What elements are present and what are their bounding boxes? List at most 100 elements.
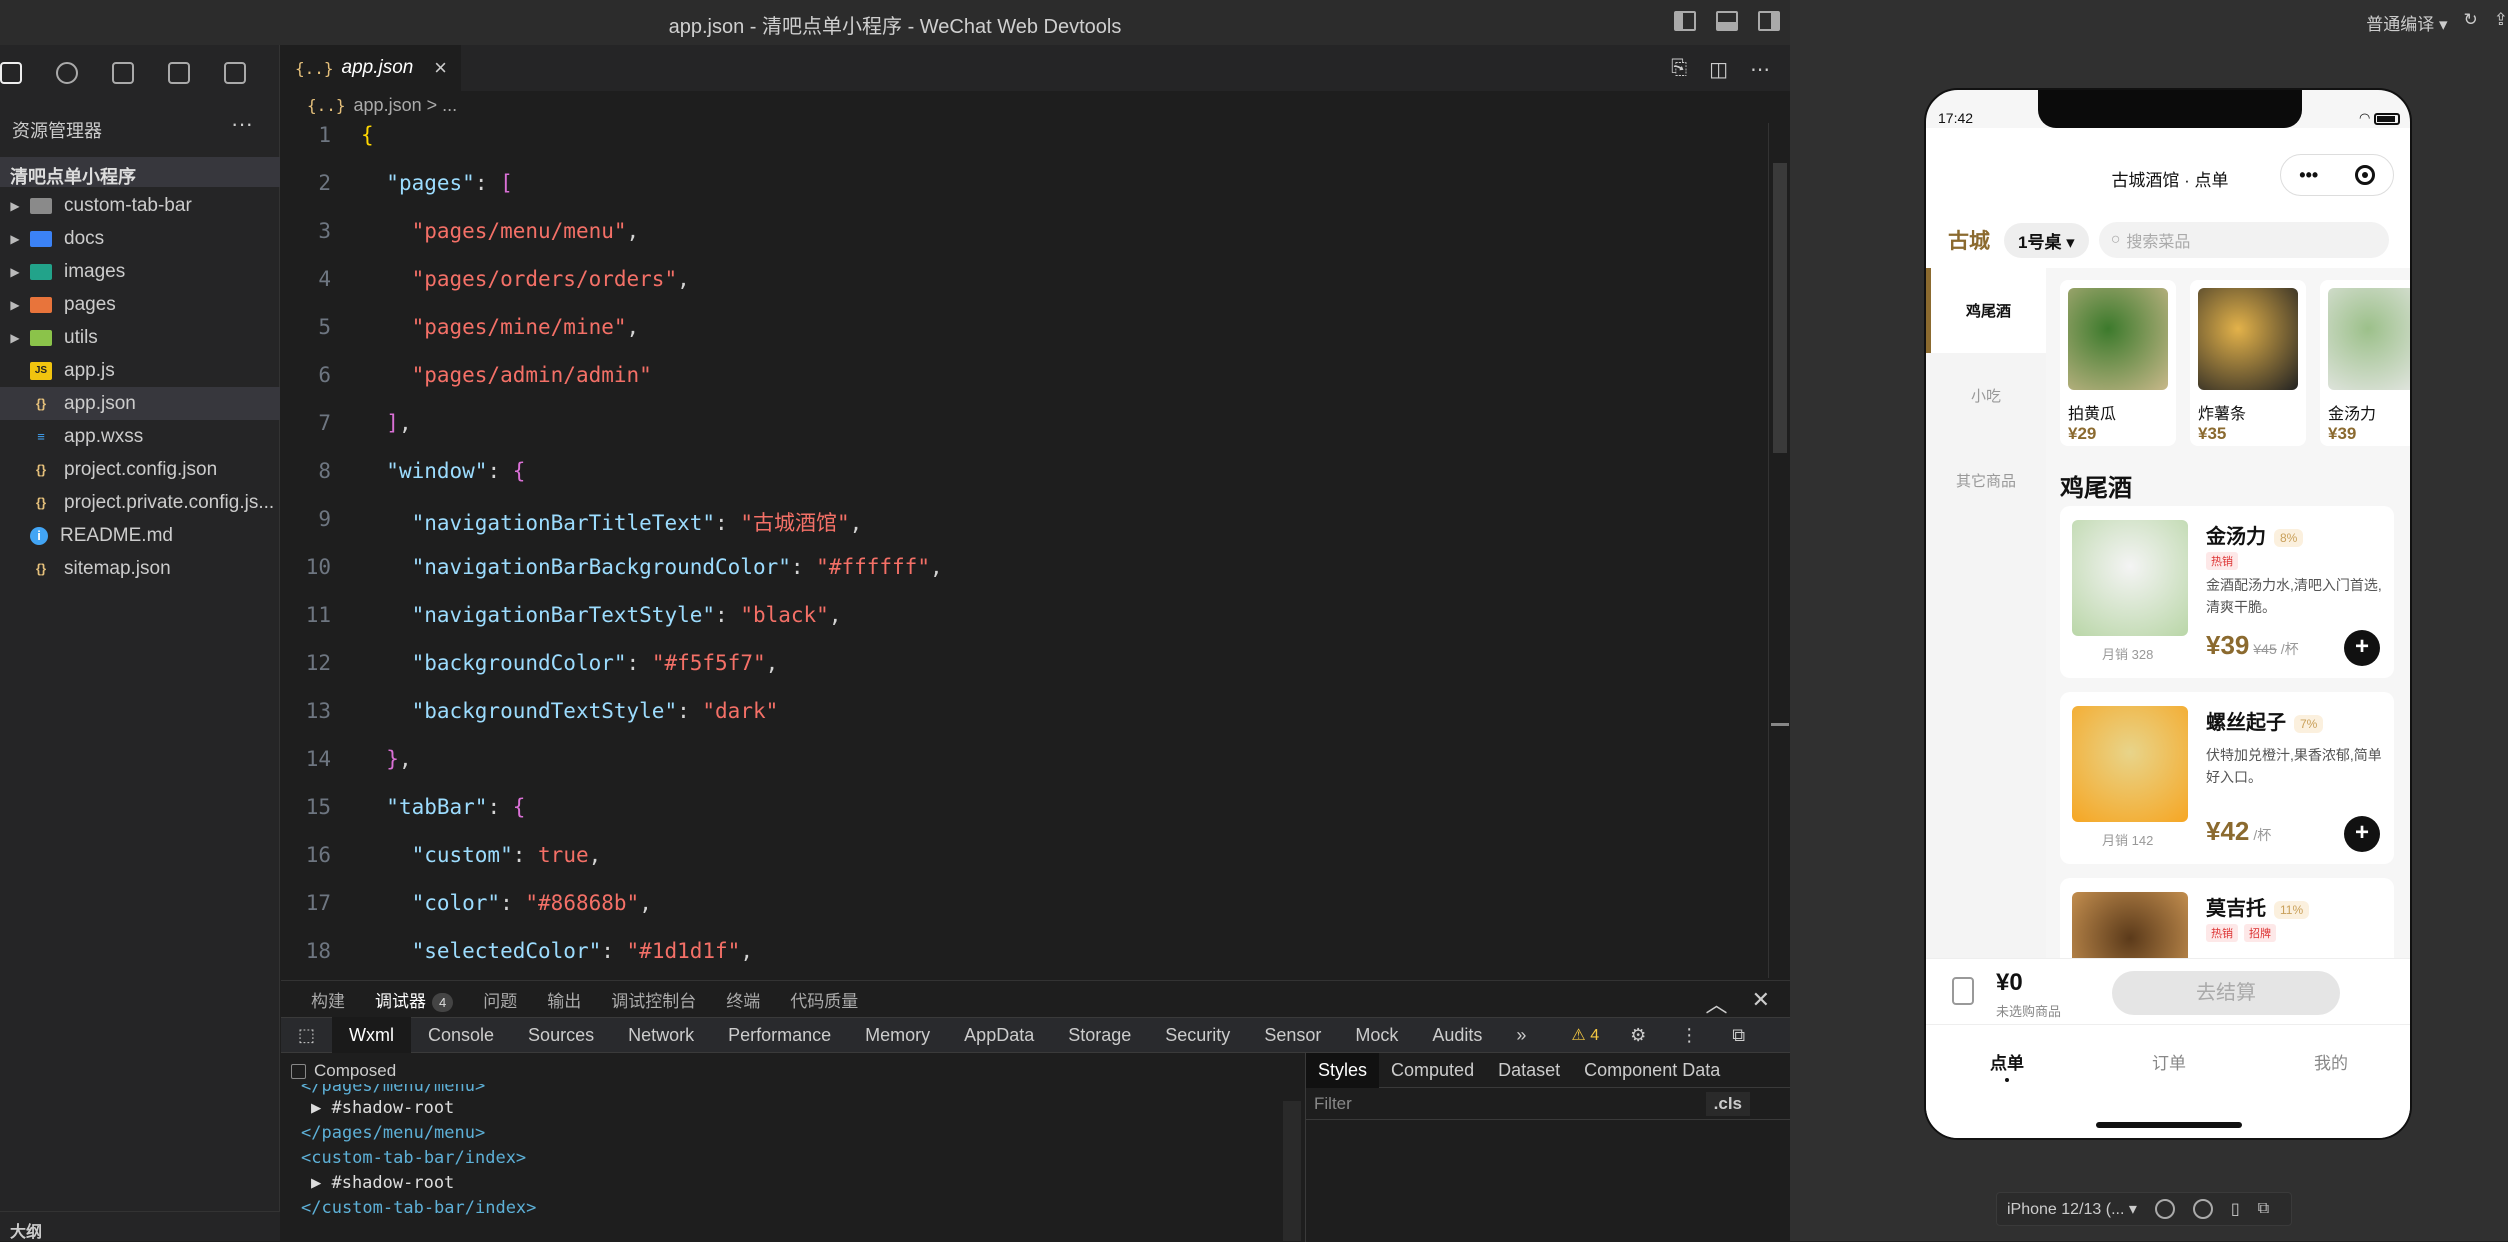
panel-tab-4[interactable]: 调试控制台	[611, 987, 696, 1012]
devtools-tab-11[interactable]: Audits	[1415, 1017, 1499, 1053]
tree-item-images[interactable]: ▶ images	[0, 255, 280, 288]
menu-item-card[interactable]: 莫吉托 11% 热销 招牌	[2060, 878, 2394, 958]
wxml-node[interactable]: </custom-tab-bar/index>	[301, 1196, 536, 1221]
checkbox[interactable]	[291, 1063, 306, 1079]
panel-tab-6[interactable]: 代码质量	[790, 987, 858, 1012]
category-item[interactable]: 其它商品	[1926, 438, 2046, 523]
devtools-tab-7[interactable]: Storage	[1051, 1017, 1148, 1053]
code-line[interactable]: "navigationBarTitleText": "古城酒馆",	[361, 507, 863, 537]
code-line[interactable]: "pages/admin/admin"	[361, 363, 652, 387]
hot-item-card[interactable]: 炸薯条 ¥35	[2190, 280, 2306, 446]
compile-mode-select[interactable]: 普通编译 ▾	[2366, 10, 2447, 35]
dock-icon[interactable]: ⧉	[1715, 1017, 1762, 1053]
cls-button[interactable]: .cls	[1705, 1091, 1750, 1116]
scrollbar-thumb[interactable]	[1773, 163, 1787, 453]
hot-item-card[interactable]: 拍黄瓜 ¥29	[2060, 280, 2176, 446]
checkout-button[interactable]: 去结算	[2112, 971, 2340, 1015]
tree-item-custom-tab-bar[interactable]: ▶ custom-tab-bar	[0, 189, 280, 222]
more-icon[interactable]	[224, 62, 246, 84]
tree-item-app-json[interactable]: {} app.json	[0, 387, 280, 420]
filter-input[interactable]: Filter	[1314, 1094, 1352, 1114]
devtools-tab-6[interactable]: AppData	[947, 1017, 1051, 1053]
devtools-tab-12[interactable]: »	[1499, 1017, 1543, 1053]
code-line[interactable]: "pages": [	[361, 171, 512, 195]
category-item[interactable]: 小吃	[1926, 353, 2046, 438]
styles-tab-0[interactable]: Styles	[1306, 1052, 1380, 1088]
devtools-tab-5[interactable]: Memory	[848, 1017, 947, 1053]
devtools-tab-1[interactable]: Console	[411, 1017, 511, 1053]
styles-tab-1[interactable]: Computed	[1379, 1053, 1486, 1088]
menu-item-card[interactable]: 螺丝起子 7% 伏特加兑橙汁,果香浓郁,简单好入口。 ¥42/杯 + 月销 142	[2060, 692, 2394, 864]
close-target-icon[interactable]	[2354, 165, 2375, 185]
search-icon[interactable]	[56, 62, 78, 84]
tree-item-sitemap-json[interactable]: {} sitemap.json	[0, 552, 280, 585]
devtools-tab-4[interactable]: Performance	[711, 1017, 848, 1053]
wxml-node[interactable]: </pages/menu/menu>	[301, 1121, 536, 1146]
wxml-tree[interactable]: </pages/menu/menu> ▶ #shadow-root </pages/…	[301, 1084, 536, 1221]
rotate-icon[interactable]	[2154, 1199, 2175, 1219]
composed-checkbox[interactable]: Composed	[291, 1061, 396, 1081]
code-line[interactable]: {	[361, 123, 374, 147]
tree-item-project-private-config-js-[interactable]: {} project.private.config.js...	[0, 486, 280, 519]
devtools-tab-3[interactable]: Network	[611, 1017, 711, 1053]
extensions-icon[interactable]	[168, 62, 190, 84]
code-line[interactable]: },	[361, 747, 411, 771]
wxml-node[interactable]: <custom-tab-bar/index>	[301, 1146, 536, 1171]
code-line[interactable]: "tabBar": {	[361, 795, 525, 819]
search-input[interactable]: ○ 搜索菜品	[2098, 222, 2389, 258]
styles-tab-2[interactable]: Dataset	[1486, 1053, 1572, 1088]
breadcrumb[interactable]: {..} app.json > ...	[307, 95, 457, 116]
category-item[interactable]: 鸡尾酒	[1926, 268, 2046, 353]
panel-tab-5[interactable]: 终端	[726, 987, 760, 1012]
code-line[interactable]: "color": "#86868b",	[361, 891, 652, 915]
close-panel-icon[interactable]: ✕	[1752, 987, 1770, 1019]
explorer-more-button[interactable]: ···	[231, 111, 253, 137]
toggle-sidebar-icon[interactable]	[1674, 11, 1696, 31]
toggle-panel-icon[interactable]	[1716, 11, 1738, 31]
chevron-up-icon[interactable]: ︿	[1706, 987, 1728, 1019]
panel-tab-0[interactable]: 构建	[311, 987, 345, 1012]
tabbar-item-1[interactable]: 订单	[2088, 1049, 2250, 1074]
devtools-tab-10[interactable]: Mock	[1338, 1017, 1415, 1053]
devtools-tab-8[interactable]: Security	[1148, 1017, 1247, 1053]
editor-scrollbar[interactable]	[1768, 123, 1790, 978]
code-line[interactable]: "window": {	[361, 459, 525, 483]
more-actions-icon[interactable]: ⋯	[1750, 57, 1770, 82]
open-changes-icon[interactable]: ⎘	[1671, 57, 1687, 82]
close-icon[interactable]: ×	[434, 55, 447, 81]
refresh-icon[interactable]: ↻	[2464, 10, 2478, 35]
tabbar-item-2[interactable]: 我的	[2250, 1049, 2410, 1074]
kebab-menu-icon[interactable]: ⋮	[1663, 1017, 1715, 1053]
devtools-tab-2[interactable]: Sources	[511, 1017, 611, 1053]
tree-item-readme-md[interactable]: i README.md	[0, 519, 280, 552]
phone-icon[interactable]: ▯	[2231, 1199, 2240, 1219]
tree-item-app-wxss[interactable]: ≡ app.wxss	[0, 420, 280, 453]
devtools-tab-0[interactable]: Wxml	[332, 1017, 411, 1053]
tree-item-app-js[interactable]: JS app.js	[0, 354, 280, 387]
explorer-icon[interactable]	[0, 62, 22, 84]
code-line[interactable]: "pages/orders/orders",	[361, 267, 690, 291]
styles-tab-3[interactable]: Component Data	[1572, 1053, 1732, 1088]
wxml-node[interactable]: </pages/menu/menu>	[301, 1084, 536, 1096]
code-line[interactable]: "navigationBarBackgroundColor": "#ffffff…	[361, 555, 943, 579]
tabbar-item-0[interactable]: 点单	[1926, 1049, 2088, 1086]
more-dots-icon[interactable]: •••	[2299, 165, 2318, 186]
code-line[interactable]: "backgroundColor": "#f5f5f7",	[361, 651, 779, 675]
tab-app-json[interactable]: {..} app.json ×	[281, 45, 461, 91]
hot-item-card[interactable]: 金汤力 ¥39	[2320, 280, 2410, 446]
project-root[interactable]: 清吧点单小程序	[0, 157, 280, 187]
code-line[interactable]: "backgroundTextStyle": "dark"	[361, 699, 779, 723]
tree-item-utils[interactable]: ▶ utils	[0, 321, 280, 354]
outline-section[interactable]: 大纲	[0, 1211, 280, 1241]
wxml-node[interactable]: ▶ #shadow-root	[301, 1171, 536, 1196]
device-select[interactable]: iPhone 12/13 (... ▾	[2007, 1199, 2137, 1219]
warning-count[interactable]: ⚠ 4	[1571, 1025, 1599, 1045]
code-line[interactable]: "custom": true,	[361, 843, 602, 867]
upload-icon[interactable]: ⇪	[2494, 10, 2508, 35]
panel-tab-2[interactable]: 问题	[483, 987, 517, 1012]
record-icon[interactable]	[2192, 1199, 2213, 1219]
table-selector[interactable]: 1号桌 ▾	[2004, 222, 2089, 258]
inspect-element-icon[interactable]: ⬚	[281, 1017, 332, 1053]
popout-icon[interactable]: ⧉	[2258, 1200, 2269, 1218]
shopping-bag-icon[interactable]	[1952, 977, 1974, 1005]
